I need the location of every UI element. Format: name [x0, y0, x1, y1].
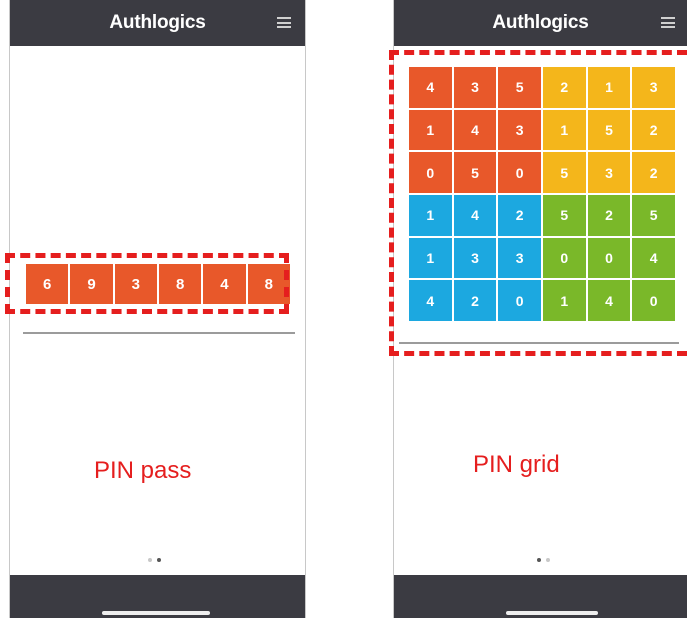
home-indicator[interactable]: [102, 611, 210, 615]
page-dot[interactable]: [148, 558, 152, 562]
pin-pass-highlight-box: [5, 253, 289, 314]
brand-logo: Authlogics: [492, 12, 589, 33]
bottom-bar: [394, 575, 687, 618]
brand-logo: Authlogics: [109, 12, 206, 33]
hamburger-menu-icon[interactable]: [661, 17, 675, 28]
pin-pass-caption: PIN pass: [94, 457, 192, 484]
page-dot[interactable]: [546, 558, 550, 562]
home-indicator[interactable]: [506, 611, 598, 615]
page-dot-active[interactable]: [537, 558, 541, 562]
pin-grid-caption: PIN grid: [473, 451, 560, 478]
hamburger-menu-icon[interactable]: [277, 17, 291, 28]
app-header: Authlogics: [394, 0, 687, 46]
pin-underline: [23, 332, 295, 334]
page-indicator: [148, 558, 161, 562]
page-indicator: [537, 558, 550, 562]
app-header: Authlogics: [10, 0, 305, 46]
bottom-bar: [10, 575, 305, 618]
page-dot-active[interactable]: [157, 558, 161, 562]
pin-grid-highlight-box: [389, 50, 687, 356]
